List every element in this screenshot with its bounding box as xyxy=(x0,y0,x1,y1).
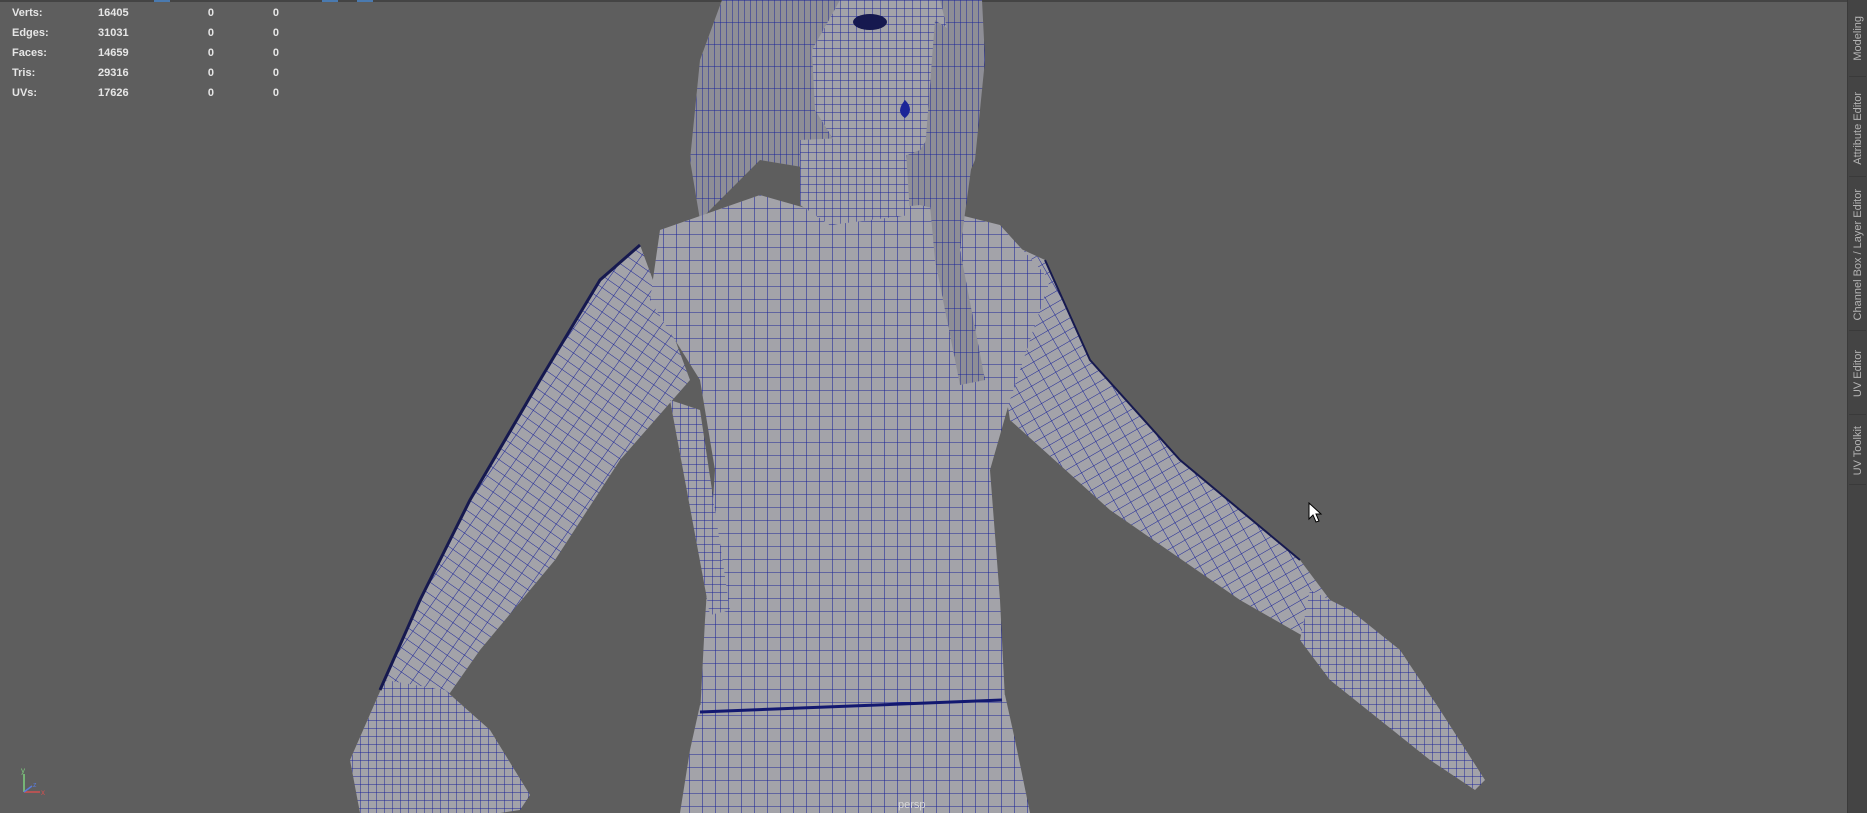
hud-value: 31031 xyxy=(98,27,129,39)
torso-mesh xyxy=(650,195,1050,715)
left-hand-mesh xyxy=(350,680,530,813)
hud-selected: 0 xyxy=(207,87,214,99)
mouse-pointer-icon xyxy=(1308,502,1323,523)
hud-row-tris: Tris: 29316 0 0 xyxy=(12,63,279,83)
right-side-tab-bar: Modeling Attribute Editor Channel Box / … xyxy=(1847,0,1867,813)
hud-selected: 0 xyxy=(207,67,214,79)
character-wireframe-mesh[interactable] xyxy=(0,0,1848,813)
hud-uv: 0 xyxy=(272,87,279,99)
right-hand-mesh xyxy=(1300,590,1485,790)
axis-x-label: x xyxy=(41,788,45,796)
hud-label: UVs: xyxy=(12,87,38,99)
tab-label: Modeling xyxy=(1851,15,1864,61)
hud-value: 14659 xyxy=(98,47,129,59)
hud-selected: 0 xyxy=(207,27,214,39)
hud-selected: 0 xyxy=(207,47,214,59)
axis-y-label: y xyxy=(21,766,25,775)
hud-row-uvs: UVs: 17626 0 0 xyxy=(12,83,279,103)
hud-row-verts: Verts: 16405 0 0 xyxy=(12,3,279,23)
hud-uv: 0 xyxy=(272,67,279,79)
tab-label: Attribute Editor xyxy=(1851,91,1864,165)
tab-uv-toolkit[interactable]: UV Toolkit xyxy=(1849,418,1866,485)
hud-uv: 0 xyxy=(272,47,279,59)
hud-uv: 0 xyxy=(272,27,279,39)
hud-value: 17626 xyxy=(98,87,129,99)
hud-uv: 0 xyxy=(272,7,279,19)
axis-gizmo-icon: y x z xyxy=(21,766,45,796)
pants-mesh xyxy=(680,695,1030,813)
tab-label: UV Toolkit xyxy=(1851,426,1864,476)
axis-z-label: z xyxy=(33,782,37,789)
tab-channel-box-layer-editor[interactable]: Channel Box / Layer Editor xyxy=(1849,180,1866,331)
tab-uv-editor[interactable]: UV Editor xyxy=(1849,334,1866,415)
tab-modeling[interactable]: Modeling xyxy=(1849,0,1866,77)
hud-value: 29316 xyxy=(98,67,129,79)
camera-label: persp xyxy=(898,799,926,811)
left-arm-mesh xyxy=(380,245,690,700)
tab-label: UV Editor xyxy=(1851,350,1864,398)
hud-value: 16405 xyxy=(98,7,129,19)
poly-count-hud: Verts: 16405 0 0 Edges: 31031 0 0 Faces:… xyxy=(12,3,279,103)
hud-label: Tris: xyxy=(12,67,36,79)
tab-label: Channel Box / Layer Editor xyxy=(1851,189,1864,321)
3d-viewport[interactable]: Verts: 16405 0 0 Edges: 31031 0 0 Faces:… xyxy=(0,0,1848,813)
tab-attribute-editor[interactable]: Attribute Editor xyxy=(1849,80,1866,177)
hud-label: Verts: xyxy=(12,7,43,19)
hud-selected: 0 xyxy=(207,7,214,19)
hud-row-faces: Faces: 14659 0 0 xyxy=(12,43,279,63)
hud-label: Faces: xyxy=(12,47,47,59)
hud-row-edges: Edges: 31031 0 0 xyxy=(12,23,279,43)
hud-label: Edges: xyxy=(12,27,49,39)
